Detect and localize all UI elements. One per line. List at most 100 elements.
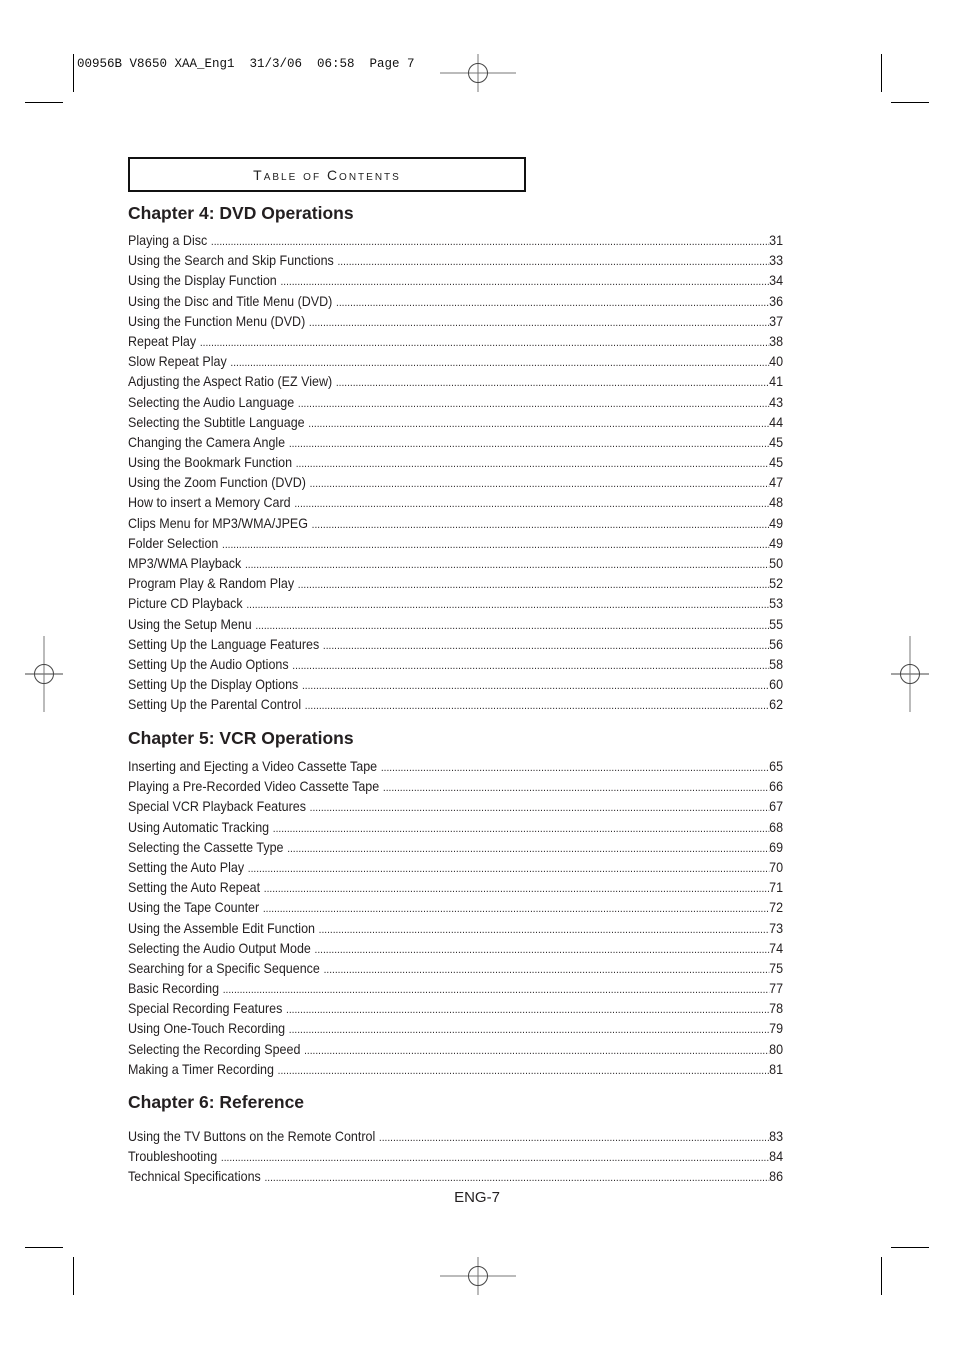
dot-leader <box>305 695 769 716</box>
toc-entry-page: 70 <box>769 859 784 875</box>
toc-entry[interactable]: Using the TV Buttons on the Remote Contr… <box>128 1127 783 1147</box>
toc-entry-page: 34 <box>769 273 784 289</box>
toc-entry-title: Troubleshooting <box>128 1149 218 1165</box>
toc-entry-page: 68 <box>769 819 784 835</box>
toc-entry[interactable]: Using One-Touch Recording 79 <box>128 1019 783 1039</box>
toc-entry[interactable]: Troubleshooting 84 <box>128 1147 783 1167</box>
toc-entry[interactable]: Adjusting the Aspect Ratio (EZ View) 41 <box>128 372 783 392</box>
page-number: ENG-7 <box>454 1189 500 1206</box>
toc-entry-page: 80 <box>769 1041 784 1057</box>
toc-entry-page: 71 <box>769 880 784 896</box>
toc-entry[interactable]: Inserting and Ejecting a Video Cassette … <box>128 757 783 777</box>
toc-entry[interactable]: Setting Up the Language Features 56 <box>128 635 783 655</box>
toc-entry-page: 67 <box>769 799 784 815</box>
toc-entry-page: 48 <box>769 495 784 511</box>
toc-entry-title: Searching for a Specific Sequence <box>128 960 320 976</box>
toc-entry[interactable]: Searching for a Specific Sequence 75 <box>128 959 783 979</box>
toc-entry-page: 47 <box>769 475 784 491</box>
toc-entry[interactable]: Setting the Auto Play 70 <box>128 858 783 878</box>
toc-entry-page: 86 <box>769 1169 784 1185</box>
toc-entry[interactable]: Selecting the Audio Output Mode 74 <box>128 939 783 959</box>
toc-entry-title: Selecting the Audio Language <box>128 394 295 410</box>
crop-mark-icon <box>891 1247 929 1248</box>
dot-leader <box>310 473 770 494</box>
toc-entry[interactable]: Playing a Disc 31 <box>128 231 783 251</box>
toc-entry-title: Selecting the Cassette Type <box>128 839 284 855</box>
toc-entry[interactable]: MP3/WMA Playback 50 <box>128 554 783 574</box>
toc-entry-page: 40 <box>769 354 784 370</box>
toc-entry[interactable]: Playing a Pre-Recorded Video Cassette Ta… <box>128 777 783 797</box>
dot-leader <box>379 1127 769 1148</box>
toc-entry[interactable]: Folder Selection 49 <box>128 534 783 554</box>
toc-entry-page: 37 <box>769 313 784 329</box>
toc-entry[interactable]: Using the Assemble Edit Function 73 <box>128 919 783 939</box>
toc-entry-title: Special Recording Features <box>128 1001 283 1017</box>
toc-entry[interactable]: Basic Recording 77 <box>128 979 783 999</box>
dot-leader <box>308 413 769 434</box>
toc-entry[interactable]: Setting Up the Audio Options 58 <box>128 655 783 675</box>
dot-leader <box>280 271 769 292</box>
toc-entry[interactable]: Slow Repeat Play 40 <box>128 352 783 372</box>
toc-entry[interactable]: Selecting the Recording Speed 80 <box>128 1040 783 1060</box>
dot-leader <box>336 292 769 313</box>
registration-mark-icon <box>25 636 63 712</box>
toc-entry[interactable]: Changing the Camera Angle 45 <box>128 433 783 453</box>
toc-entry[interactable]: Special VCR Playback Features 67 <box>128 797 783 817</box>
toc-entry[interactable]: Using the Zoom Function (DVD) 47 <box>128 473 783 493</box>
dot-leader <box>245 554 769 575</box>
toc-entry[interactable]: Picture CD Playback 53 <box>128 594 783 614</box>
toc-entry[interactable]: Selecting the Audio Language 43 <box>128 393 783 413</box>
crop-mark-icon <box>25 1247 63 1248</box>
dot-leader <box>296 453 769 474</box>
crop-mark-icon <box>881 54 882 92</box>
toc-entry-page: 56 <box>769 636 784 652</box>
toc-entry[interactable]: Selecting the Cassette Type 69 <box>128 838 783 858</box>
chapter-entry-list: Inserting and Ejecting a Video Cassette … <box>128 757 783 1080</box>
dot-leader <box>310 797 769 818</box>
toc-entry[interactable]: Using Automatic Tracking 68 <box>128 818 783 838</box>
dot-leader <box>319 919 769 940</box>
toc-entry[interactable]: Clips Menu for MP3/WMA/JPEG 49 <box>128 514 783 534</box>
toc-entry-page: 77 <box>769 981 784 997</box>
dot-leader <box>337 251 769 272</box>
dot-leader <box>383 777 769 798</box>
toc-entry[interactable]: Selecting the Subtitle Language 44 <box>128 413 783 433</box>
toc-entry[interactable]: Using the Display Function 34 <box>128 271 783 291</box>
toc-entry[interactable]: Repeat Play 38 <box>128 332 783 352</box>
dot-leader <box>294 493 769 514</box>
toc-entry-title: Changing the Camera Angle <box>128 434 286 450</box>
toc-entry-page: 52 <box>769 576 784 592</box>
toc-entry-page: 78 <box>769 1001 784 1017</box>
toc-entry[interactable]: Using the Bookmark Function 45 <box>128 453 783 473</box>
toc-entry[interactable]: Using the Disc and Title Menu (DVD) 36 <box>128 292 783 312</box>
crop-mark-icon <box>891 102 929 103</box>
toc-entry[interactable]: Setting Up the Display Options 60 <box>128 675 783 695</box>
dot-leader <box>381 757 769 778</box>
toc-entry[interactable]: Using the Setup Menu 55 <box>128 615 783 635</box>
toc-entry-title: Using the TV Buttons on the Remote Contr… <box>128 1129 376 1144</box>
toc-entry[interactable]: Using the Function Menu (DVD) 37 <box>128 312 783 332</box>
toc-entry-page: 31 <box>769 233 784 248</box>
toc-entry-title: Using the Search and Skip Functions <box>128 253 334 269</box>
toc-entry-title: How to insert a Memory Card <box>128 495 291 511</box>
toc-entry-page: 58 <box>769 656 784 672</box>
toc-entry[interactable]: Special Recording Features 78 <box>128 999 783 1019</box>
toc-entry[interactable]: Setting the Auto Repeat 71 <box>128 878 783 898</box>
toc-entry[interactable]: Technical Specifications 86 <box>128 1167 783 1187</box>
toc-entry-page: 62 <box>769 697 784 713</box>
toc-entry-page: 45 <box>769 434 784 450</box>
toc-entry[interactable]: How to insert a Memory Card 48 <box>128 493 783 513</box>
toc-entry-title: Making a Timer Recording <box>128 1061 274 1077</box>
registration-mark-icon <box>440 1257 516 1295</box>
toc-entry-title: Using the Zoom Function (DVD) <box>128 475 306 491</box>
dot-leader <box>286 999 769 1020</box>
dot-leader <box>211 231 769 252</box>
toc-entry[interactable]: Using the Search and Skip Functions 33 <box>128 251 783 271</box>
toc-entry[interactable]: Program Play & Random Play 52 <box>128 574 783 594</box>
toc-entry[interactable]: Using the Tape Counter 72 <box>128 898 783 918</box>
toc-entry[interactable]: Setting Up the Parental Control 62 <box>128 695 783 715</box>
dot-leader <box>287 838 769 859</box>
toc-entry[interactable]: Making a Timer Recording 81 <box>128 1060 783 1080</box>
toc-entry-title: Picture CD Playback <box>128 596 243 612</box>
toc-entry-page: 41 <box>769 374 784 390</box>
